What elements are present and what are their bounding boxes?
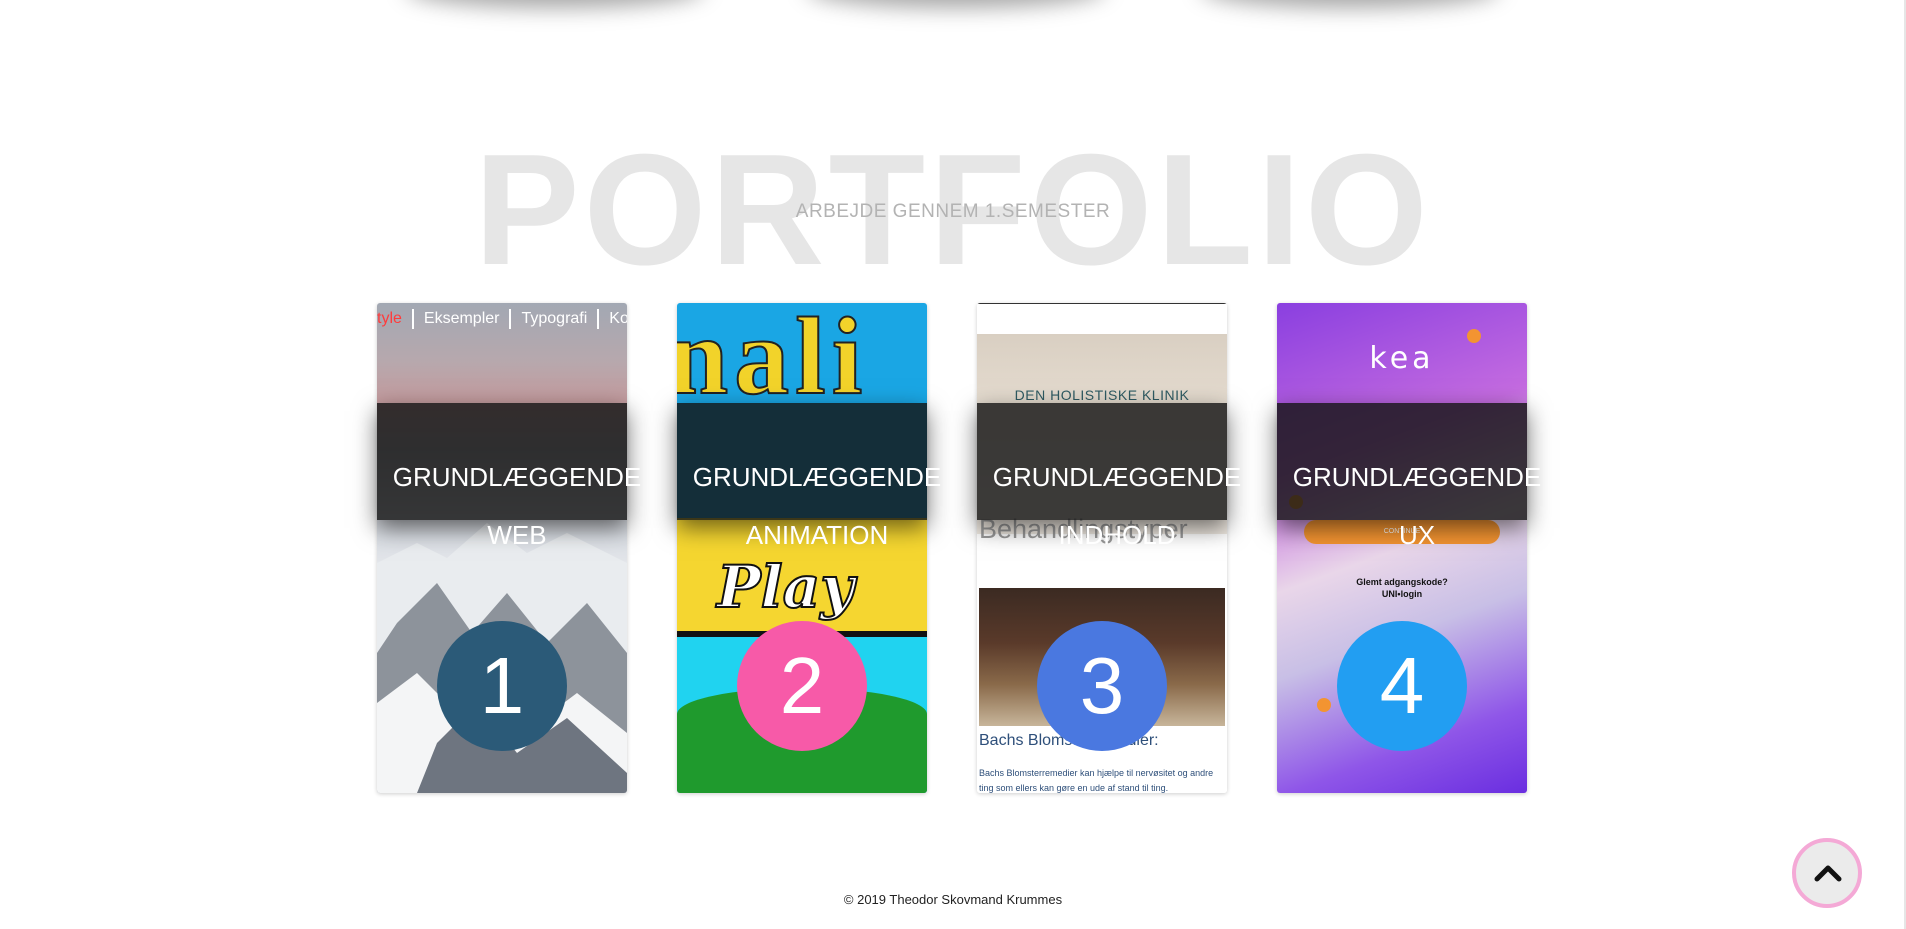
preview-links: Glemt adgangskode? UNI•login [1356, 577, 1448, 599]
chevron-up-icon [1814, 865, 1842, 882]
portfolio-header: PORTFOLIO ARBEJDE GENNEM 1.SEMESTER [0, 131, 1906, 289]
portfolio-page: PORTFOLIO ARBEJDE GENNEM 1.SEMESTER tyle… [0, 0, 1906, 929]
preview-clinic-name: DEN HOLISTISKE KLINIK [1014, 387, 1190, 403]
card-number-badge: 3 [1037, 621, 1167, 751]
card-title: GRUNDLÆGGENDE WEB [392, 462, 642, 550]
card-number-badge: 1 [437, 621, 567, 751]
card-title: GRUNDLÆGGENDE ANIMATION [692, 462, 942, 550]
scroll-to-top-button[interactable] [1792, 838, 1862, 908]
card-number-badge: 4 [1337, 621, 1467, 751]
portfolio-card-animation[interactable]: nali Play GRUNDLÆGGENDE ANIMATION 2 [677, 303, 941, 793]
card-number-badge: 2 [737, 621, 867, 751]
portfolio-card-ux[interactable]: kea CONTINUE Glemt adgangskode? UNI•logi… [1277, 303, 1541, 793]
portfolio-card-indhold[interactable]: DEN HOLISTISKE KLINIK Behandlingstyper B… [977, 303, 1241, 793]
portfolio-grid: tyle Eksempler Typografi Ko GRUNDLÆGGENDE W… [377, 303, 1541, 793]
preview-body: Bachs Blomsterremedier kan hjælpe til ne… [979, 768, 1214, 793]
kea-logo: kea [1369, 341, 1435, 376]
card-title: GRUNDLÆGGENDE UX [1292, 462, 1542, 550]
footer-copyright: © 2019 Theodor Skovmand Krummes [843, 892, 1063, 907]
portfolio-card-web[interactable]: tyle Eksempler Typografi Ko GRUNDLÆGGENDE W… [377, 303, 641, 793]
preview-nav: tyle Eksempler Typografi Ko [377, 308, 627, 329]
page-subtitle: ARBEJDE GENNEM 1.SEMESTER [795, 201, 1111, 222]
card-title: GRUNDLÆGGENDE INDHOLD [992, 462, 1242, 550]
